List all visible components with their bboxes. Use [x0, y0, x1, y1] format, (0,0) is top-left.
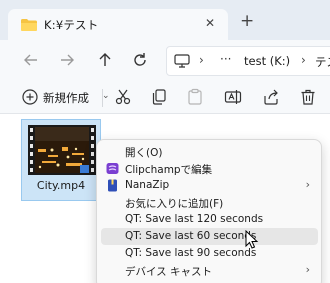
- menu-item-label: お気に入りに追加(F): [125, 198, 224, 210]
- share-icon[interactable]: [262, 88, 280, 106]
- add-circle-icon: [22, 89, 38, 105]
- clipchamp-icon: [106, 163, 119, 174]
- breadcrumb-folder[interactable]: テス: [315, 54, 330, 70]
- menu-item-label: 開く(O): [125, 147, 163, 159]
- folder-icon: [21, 19, 37, 31]
- menu-item-label: QT: Save last 60 seconds: [125, 230, 257, 242]
- address-bar[interactable]: › ··· test (K:) › テス: [166, 46, 330, 76]
- chevron-down-icon: ⌄: [102, 91, 110, 101]
- chevron-right-icon: ›: [305, 263, 310, 276]
- file-name: City.mp4: [36, 179, 86, 192]
- breadcrumb-separator-icon[interactable]: ›: [301, 53, 306, 67]
- new-button-label: 新規作成: [43, 91, 89, 105]
- rename-icon[interactable]: [224, 88, 242, 106]
- forward-arrow-icon[interactable]: [58, 51, 76, 69]
- tab-bar: K:¥テスト ✕ +: [0, 0, 330, 40]
- breadcrumb-drive[interactable]: test (K:): [244, 54, 290, 68]
- command-bar: 新規作成 ⌄: [0, 80, 330, 114]
- menu-item-qt-save-120[interactable]: QT: Save last 120 seconds: [101, 211, 318, 228]
- menu-item-label: QT: Save last 120 seconds: [125, 213, 264, 225]
- nanazip-icon: [108, 179, 117, 192]
- back-arrow-icon[interactable]: [22, 51, 40, 69]
- up-arrow-icon[interactable]: [96, 51, 114, 69]
- menu-item-label: Clipchampで編集: [125, 164, 213, 176]
- close-icon[interactable]: ✕: [205, 16, 215, 30]
- new-tab-button[interactable]: +: [240, 13, 254, 30]
- toolbar-divider: [102, 89, 103, 107]
- delete-icon[interactable]: [299, 88, 317, 106]
- cut-icon[interactable]: [114, 88, 132, 106]
- tab-current[interactable]: K:¥テスト ✕: [8, 9, 228, 40]
- paste-icon[interactable]: [186, 88, 204, 106]
- this-pc-icon: [174, 54, 190, 68]
- menu-item-open[interactable]: 開く(O): [101, 143, 318, 160]
- chevron-right-icon: ›: [305, 178, 310, 191]
- menu-item-label: NanaZip: [125, 179, 170, 191]
- menu-item-device-cast[interactable]: デバイス キャスト ›: [101, 262, 318, 279]
- breadcrumb-separator-icon[interactable]: ›: [199, 53, 204, 67]
- video-thumbnail: [28, 125, 96, 175]
- copy-icon[interactable]: [150, 88, 168, 106]
- file-item-selected[interactable]: City.mp4: [21, 119, 101, 201]
- tab-title: K:¥テスト: [44, 18, 99, 32]
- menu-item-qt-save-90[interactable]: QT: Save last 90 seconds: [101, 245, 318, 262]
- menu-item-label: QT: Save last 90 seconds: [125, 247, 257, 259]
- context-menu: 開く(O) Clipchampで編集 NanaZip › お気に入りに追加(F)…: [96, 139, 322, 283]
- menu-item-label: デバイス キャスト: [125, 266, 213, 278]
- refresh-icon[interactable]: [131, 51, 149, 69]
- menu-item-qt-save-60[interactable]: QT: Save last 60 seconds: [101, 228, 318, 245]
- menu-item-nanazip[interactable]: NanaZip ›: [101, 177, 318, 194]
- navigation-bar: › ··· test (K:) › テス: [0, 40, 330, 80]
- mouse-cursor-icon: [245, 230, 259, 249]
- menu-item-clipchamp[interactable]: Clipchampで編集: [101, 160, 318, 177]
- breadcrumb-overflow[interactable]: ···: [220, 52, 231, 66]
- menu-item-add-favorites[interactable]: お気に入りに追加(F): [101, 194, 318, 211]
